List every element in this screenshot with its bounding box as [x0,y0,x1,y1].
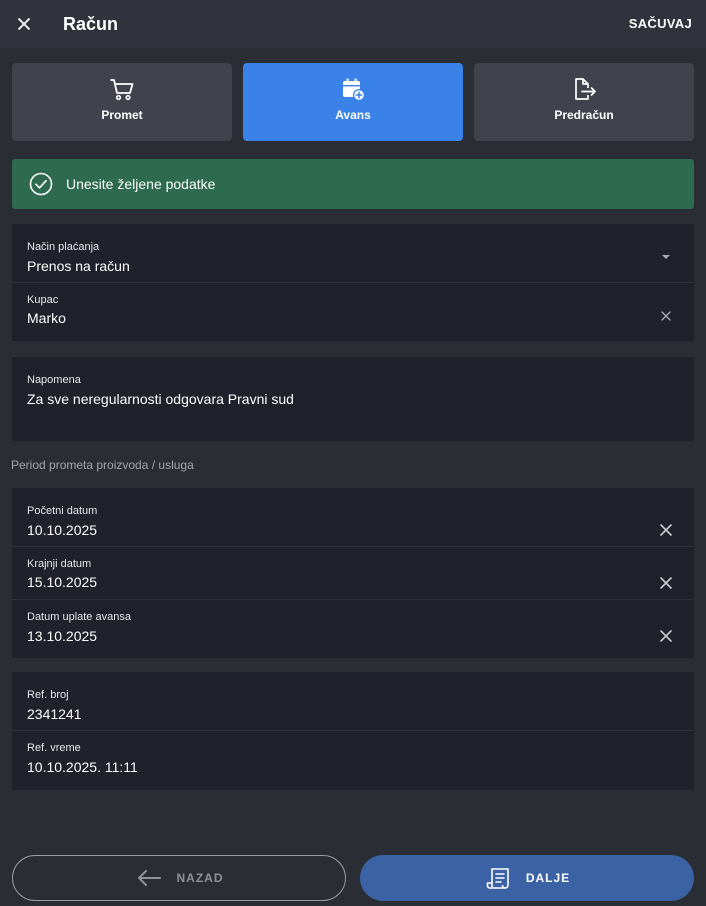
start-date-label: Početni datum [27,505,98,517]
receipt-icon [484,864,512,892]
clear-end-date-button[interactable] [658,575,674,591]
ref-time-field[interactable]: Ref. vreme 10.10.2025. 11:11 [12,731,694,790]
note-value: Za sve neregularnosti odgovara Pravni su… [27,391,294,407]
payment-method-value: Prenos na račun [27,258,130,274]
cart-icon [108,75,136,103]
close-button[interactable] [12,12,36,36]
advance-date-field[interactable]: Datum uplate avansa 13.10.2025 [12,600,694,658]
back-button[interactable]: NAZAD [12,855,346,901]
reference-panel: Ref. broj 2341241 Ref. vreme 10.10.2025.… [12,672,694,790]
advance-date-label: Datum uplate avansa [27,611,131,623]
mode-avans-button[interactable]: Avans [243,63,463,141]
close-icon [18,18,30,30]
ref-time-label: Ref. vreme [27,742,81,754]
mode-promet-label: Promet [101,108,143,122]
customer-field[interactable]: Kupac Marko [12,283,694,341]
clear-advance-date-button[interactable] [658,628,674,644]
mode-promet-button[interactable]: Promet [12,63,232,141]
clear-icon [660,577,672,589]
alert-text: Unesite željene podatke [66,176,216,192]
payment-method-select[interactable]: Način plaćanja Prenos na račun [12,224,694,283]
end-date-value: 15.10.2025 [27,574,98,590]
info-alert: Unesite željene podatke [12,159,694,209]
note-field[interactable]: Napomena Za sve neregularnosti odgovara … [12,357,694,441]
clear-icon [660,524,672,536]
page-title: Račun [63,14,119,34]
advance-date-value: 13.10.2025 [27,628,98,644]
next-button[interactable]: DALJE [360,855,694,901]
note-label: Napomena [27,374,81,386]
clear-customer-button[interactable] [658,308,674,324]
mode-avans-label: Avans [335,108,371,122]
end-date-field[interactable]: Krajnji datum 15.10.2025 [12,547,694,600]
arrow-left-icon [135,864,163,892]
save-button[interactable]: SAČUVAJ [629,14,692,34]
start-date-field[interactable]: Početni datum 10.10.2025 [12,488,694,547]
payment-panel: Način plaćanja Prenos na račun Kupac Mar… [12,224,694,341]
mode-selector: Promet Avans Predračun [12,63,694,141]
mode-predracun-label: Predračun [554,108,614,122]
period-panel: Početni datum 10.10.2025 Krajnji datum 1… [12,488,694,658]
ref-number-value: 2341241 [27,706,82,722]
mode-predracun-button[interactable]: Predračun [474,63,694,141]
customer-value: Marko [27,310,66,326]
clear-start-date-button[interactable] [658,522,674,538]
clear-icon [661,311,671,321]
ref-time-value: 10.10.2025. 11:11 [27,759,138,775]
next-button-label: DALJE [525,871,571,885]
back-button-label: NAZAD [176,871,224,885]
check-circle-icon [29,172,53,196]
note-panel: Napomena Za sve neregularnosti odgovara … [12,357,694,441]
ref-number-field[interactable]: Ref. broj 2341241 [12,672,694,731]
start-date-value: 10.10.2025 [27,522,98,538]
period-section-label: Period prometa proizvoda / usluga [11,458,194,472]
top-bar: Račun SAČUVAJ [0,0,706,48]
file-export-icon [570,75,598,103]
clear-icon [660,630,672,642]
calendar-add-icon [339,75,367,103]
ref-number-label: Ref. broj [27,689,69,701]
end-date-label: Krajnji datum [27,558,92,570]
dropdown-caret-icon[interactable] [658,249,674,265]
customer-label: Kupac [27,294,59,306]
payment-method-label: Način plaćanja [27,241,100,253]
